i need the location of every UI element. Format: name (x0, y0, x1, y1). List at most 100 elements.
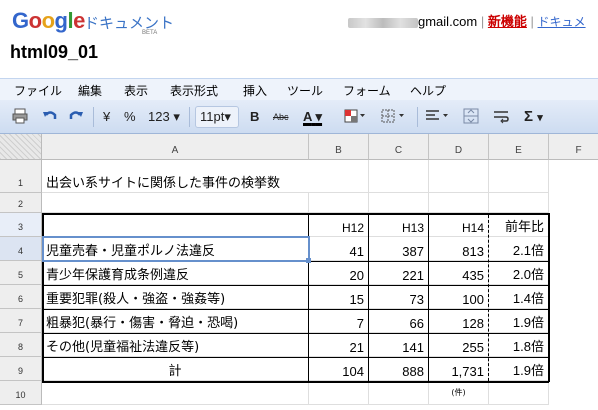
cell[interactable] (369, 193, 429, 213)
ratio-cell[interactable]: 2.1倍 (489, 237, 549, 261)
wrap-text-icon[interactable] (493, 108, 509, 126)
value-cell[interactable]: 435 (429, 261, 489, 285)
fill-handle[interactable] (306, 258, 311, 263)
merge-cells-icon[interactable] (463, 108, 479, 126)
value-cell[interactable]: 141 (369, 333, 429, 357)
value-cell[interactable]: 221 (369, 261, 429, 285)
undo-icon[interactable] (42, 108, 58, 126)
functions-dropdown[interactable]: Σ ▾ (524, 108, 543, 126)
column-header-e[interactable]: E (489, 134, 549, 160)
new-features-link[interactable]: 新機能 (488, 14, 527, 29)
cell[interactable] (309, 381, 369, 405)
menu-insert[interactable]: 挿入 (243, 82, 267, 99)
cell[interactable] (489, 381, 549, 405)
value-cell[interactable]: 21 (309, 333, 369, 357)
value-cell[interactable]: 100 (429, 285, 489, 309)
cell[interactable] (429, 160, 489, 193)
account-email: gmail.com (418, 14, 478, 29)
row-header[interactable]: 8 (0, 333, 42, 357)
menu-help[interactable]: ヘルプ (410, 82, 446, 99)
cell[interactable] (489, 193, 549, 213)
fill-color-button[interactable] (344, 108, 366, 126)
cell[interactable] (42, 213, 309, 237)
value-cell[interactable]: 41 (309, 237, 369, 261)
ratio-cell[interactable]: 1.9倍 (489, 309, 549, 333)
cell[interactable] (429, 193, 489, 213)
row-label-cell[interactable]: 重要犯罪(殺人・強盗・強姦等) (42, 285, 309, 309)
value-cell[interactable]: 255 (429, 333, 489, 357)
header-cell-h12[interactable]: H12 (309, 213, 369, 237)
text-color-button[interactable]: A ▾ (303, 108, 322, 126)
row-header[interactable]: 7 (0, 309, 42, 333)
row-header[interactable]: 4 (0, 237, 42, 261)
cell[interactable] (309, 193, 369, 213)
column-header-c[interactable]: C (369, 134, 429, 160)
row-header[interactable]: 9 (0, 357, 42, 381)
docs-link[interactable]: ドキュメ (538, 15, 586, 29)
row-header[interactable]: 3 (0, 213, 42, 237)
total-cell[interactable]: 888 (369, 357, 429, 381)
header-cell-h14[interactable]: H14 (429, 213, 489, 237)
strikethrough-button[interactable]: Abc (273, 108, 289, 126)
ratio-cell[interactable]: 1.4倍 (489, 285, 549, 309)
sheet-title-cell[interactable]: 出会い系サイトに関係した事件の検挙数 (42, 160, 309, 193)
number-format-dropdown[interactable]: 123 ▾ (148, 108, 180, 126)
select-all-corner[interactable] (0, 134, 42, 160)
column-header-d[interactable]: D (429, 134, 489, 160)
row-header[interactable]: 2 (0, 193, 42, 213)
value-cell[interactable]: 387 (369, 237, 429, 261)
borders-button[interactable] (380, 108, 406, 126)
percent-format-button[interactable]: % (124, 108, 136, 126)
total-ratio-cell[interactable]: 1.9倍 (489, 357, 549, 381)
row-header[interactable]: 10 (0, 381, 42, 405)
row-label-cell[interactable]: 粗暴犯(暴行・傷害・脅迫・恐喝) (42, 309, 309, 333)
total-cell[interactable]: 104 (309, 357, 369, 381)
value-cell[interactable]: 20 (309, 261, 369, 285)
menu-tools[interactable]: ツール (287, 82, 323, 99)
menu-file[interactable]: ファイル (14, 82, 62, 99)
toolbar-separator (93, 107, 94, 127)
cell[interactable] (42, 381, 309, 405)
row-header[interactable]: 5 (0, 261, 42, 285)
row-header[interactable]: 6 (0, 285, 42, 309)
total-label-cell[interactable]: 計 (42, 357, 309, 381)
value-cell[interactable]: 813 (429, 237, 489, 261)
google-logo[interactable]: Google (12, 8, 85, 34)
redo-icon[interactable] (68, 108, 84, 126)
bold-button[interactable]: B (250, 108, 259, 126)
align-dropdown[interactable] (424, 108, 450, 126)
row-label-cell[interactable]: その他(児童福祉法違反等) (42, 333, 309, 357)
cell[interactable] (489, 160, 549, 193)
cell[interactable] (369, 160, 429, 193)
cell[interactable] (309, 160, 369, 193)
header-cell-h13[interactable]: H13 (369, 213, 429, 237)
menu-view[interactable]: 表示 (124, 82, 148, 99)
cell[interactable] (369, 381, 429, 405)
currency-format-button[interactable]: ¥ (103, 108, 110, 126)
row-label-cell[interactable]: 青少年保護育成条例違反 (42, 261, 309, 285)
cell[interactable] (42, 193, 309, 213)
unit-note-cell[interactable]: (件) (429, 381, 489, 405)
column-header-b[interactable]: B (309, 134, 369, 160)
menu-edit[interactable]: 編集 (78, 82, 102, 99)
value-cell[interactable]: 15 (309, 285, 369, 309)
print-icon[interactable] (12, 108, 28, 126)
value-cell[interactable]: 73 (369, 285, 429, 309)
menu-format[interactable]: 表示形式 (170, 82, 218, 99)
column-header-a[interactable]: A (42, 134, 309, 160)
column-header-f[interactable]: F (549, 134, 598, 160)
ratio-cell[interactable]: 2.0倍 (489, 261, 549, 285)
value-cell[interactable]: 128 (429, 309, 489, 333)
row-header[interactable]: 1 (0, 160, 42, 193)
beta-label: BETA (142, 30, 158, 36)
menu-form[interactable]: フォーム (343, 82, 391, 99)
header-cell-ratio[interactable]: 前年比 (489, 213, 549, 237)
value-cell[interactable]: 7 (309, 309, 369, 333)
ratio-cell[interactable]: 1.8倍 (489, 333, 549, 357)
table-border-top (42, 213, 549, 215)
document-title[interactable]: html09_01 (10, 42, 98, 63)
table-border-row (42, 309, 549, 310)
spreadsheet-grid: A B C D E F 1 2 3 4 5 6 7 8 9 10 出会い系サイト… (0, 134, 598, 410)
total-cell[interactable]: 1,731 (429, 357, 489, 381)
value-cell[interactable]: 66 (369, 309, 429, 333)
